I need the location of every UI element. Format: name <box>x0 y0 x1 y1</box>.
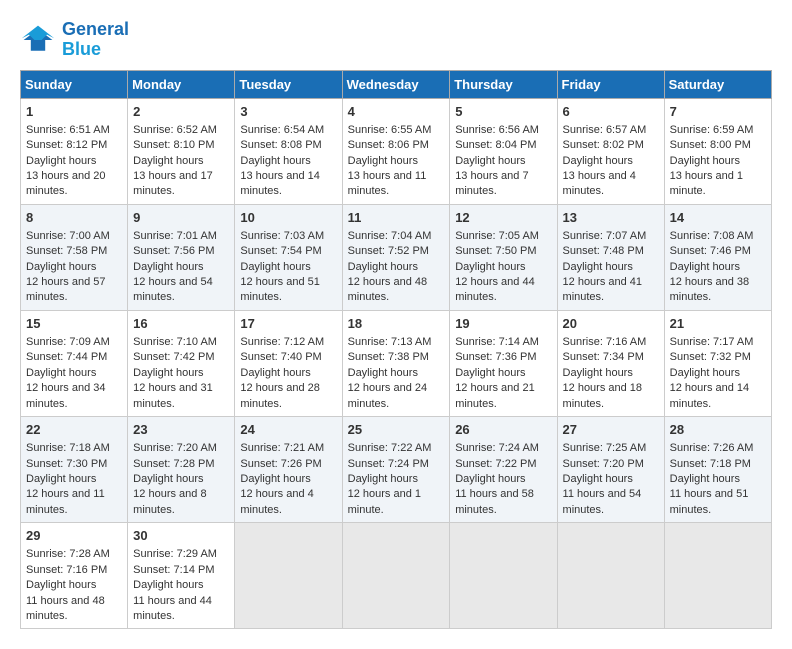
calendar-cell-16: 16 Sunrise: 7:10 AM Sunset: 7:42 PM Dayl… <box>128 310 235 416</box>
calendar-cell-3: 3 Sunrise: 6:54 AM Sunset: 8:08 PM Dayli… <box>235 98 342 204</box>
calendar-cell-4: 4 Sunrise: 6:55 AM Sunset: 8:06 PM Dayli… <box>342 98 450 204</box>
calendar-row-3: 15 Sunrise: 7:09 AM Sunset: 7:44 PM Dayl… <box>21 310 772 416</box>
calendar-cell-27: 27 Sunrise: 7:25 AM Sunset: 7:20 PM Dayl… <box>557 417 664 523</box>
logo: General Blue <box>20 20 129 60</box>
calendar-row-1: 1 Sunrise: 6:51 AM Sunset: 8:12 PM Dayli… <box>21 98 772 204</box>
calendar-cell-12: 12 Sunrise: 7:05 AM Sunset: 7:50 PM Dayl… <box>450 204 557 310</box>
calendar-cell-20: 20 Sunrise: 7:16 AM Sunset: 7:34 PM Dayl… <box>557 310 664 416</box>
calendar-cell-22: 22 Sunrise: 7:18 AM Sunset: 7:30 PM Dayl… <box>21 417 128 523</box>
calendar-cell-11: 11 Sunrise: 7:04 AM Sunset: 7:52 PM Dayl… <box>342 204 450 310</box>
calendar-cell-18: 18 Sunrise: 7:13 AM Sunset: 7:38 PM Dayl… <box>342 310 450 416</box>
calendar-cell-empty <box>235 523 342 629</box>
header-sunday: Sunday <box>21 70 128 98</box>
calendar-cell-14: 14 Sunrise: 7:08 AM Sunset: 7:46 PM Dayl… <box>664 204 771 310</box>
header-monday: Monday <box>128 70 235 98</box>
calendar-cell-7: 7 Sunrise: 6:59 AM Sunset: 8:00 PM Dayli… <box>664 98 771 204</box>
calendar-cell-6: 6 Sunrise: 6:57 AM Sunset: 8:02 PM Dayli… <box>557 98 664 204</box>
header-tuesday: Tuesday <box>235 70 342 98</box>
calendar-header-row: SundayMondayTuesdayWednesdayThursdayFrid… <box>21 70 772 98</box>
header-wednesday: Wednesday <box>342 70 450 98</box>
header-thursday: Thursday <box>450 70 557 98</box>
calendar-cell-empty <box>342 523 450 629</box>
header-saturday: Saturday <box>664 70 771 98</box>
calendar-cell-5: 5 Sunrise: 6:56 AM Sunset: 8:04 PM Dayli… <box>450 98 557 204</box>
calendar-cell-29: 29 Sunrise: 7:28 AM Sunset: 7:16 PM Dayl… <box>21 523 128 629</box>
calendar-cell-21: 21 Sunrise: 7:17 AM Sunset: 7:32 PM Dayl… <box>664 310 771 416</box>
calendar-cell-28: 28 Sunrise: 7:26 AM Sunset: 7:18 PM Dayl… <box>664 417 771 523</box>
calendar-cell-2: 2 Sunrise: 6:52 AM Sunset: 8:10 PM Dayli… <box>128 98 235 204</box>
calendar-cell-19: 19 Sunrise: 7:14 AM Sunset: 7:36 PM Dayl… <box>450 310 557 416</box>
calendar-cell-empty <box>450 523 557 629</box>
calendar-row-2: 8 Sunrise: 7:00 AM Sunset: 7:58 PM Dayli… <box>21 204 772 310</box>
calendar-cell-30: 30 Sunrise: 7:29 AM Sunset: 7:14 PM Dayl… <box>128 523 235 629</box>
calendar-cell-1: 1 Sunrise: 6:51 AM Sunset: 8:12 PM Dayli… <box>21 98 128 204</box>
calendar-row-4: 22 Sunrise: 7:18 AM Sunset: 7:30 PM Dayl… <box>21 417 772 523</box>
calendar-cell-17: 17 Sunrise: 7:12 AM Sunset: 7:40 PM Dayl… <box>235 310 342 416</box>
calendar-cell-10: 10 Sunrise: 7:03 AM Sunset: 7:54 PM Dayl… <box>235 204 342 310</box>
logo-text: General Blue <box>62 20 129 60</box>
calendar-cell-24: 24 Sunrise: 7:21 AM Sunset: 7:26 PM Dayl… <box>235 417 342 523</box>
header-friday: Friday <box>557 70 664 98</box>
calendar-cell-13: 13 Sunrise: 7:07 AM Sunset: 7:48 PM Dayl… <box>557 204 664 310</box>
logo-icon <box>20 22 56 58</box>
calendar-cell-9: 9 Sunrise: 7:01 AM Sunset: 7:56 PM Dayli… <box>128 204 235 310</box>
calendar-cell-23: 23 Sunrise: 7:20 AM Sunset: 7:28 PM Dayl… <box>128 417 235 523</box>
calendar-cell-empty <box>664 523 771 629</box>
calendar-cell-25: 25 Sunrise: 7:22 AM Sunset: 7:24 PM Dayl… <box>342 417 450 523</box>
page-header: General Blue <box>20 20 772 60</box>
calendar-table: SundayMondayTuesdayWednesdayThursdayFrid… <box>20 70 772 630</box>
calendar-cell-8: 8 Sunrise: 7:00 AM Sunset: 7:58 PM Dayli… <box>21 204 128 310</box>
calendar-cell-empty <box>557 523 664 629</box>
calendar-cell-26: 26 Sunrise: 7:24 AM Sunset: 7:22 PM Dayl… <box>450 417 557 523</box>
calendar-row-5: 29 Sunrise: 7:28 AM Sunset: 7:16 PM Dayl… <box>21 523 772 629</box>
calendar-cell-15: 15 Sunrise: 7:09 AM Sunset: 7:44 PM Dayl… <box>21 310 128 416</box>
